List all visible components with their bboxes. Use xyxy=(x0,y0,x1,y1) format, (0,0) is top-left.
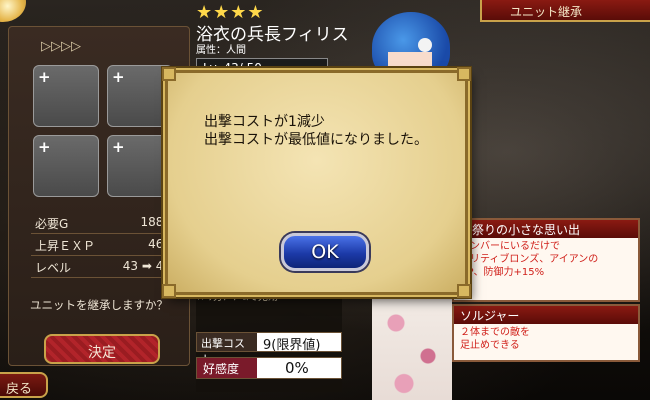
cost-label: 出撃コスト xyxy=(197,333,257,366)
dialog-message-line-1: 出撃コストが1減少 xyxy=(204,114,325,130)
character-kimono xyxy=(372,290,452,400)
unit-attribute: 属性：人間 xyxy=(196,45,246,56)
dialog-corner xyxy=(162,67,176,81)
stat-label: レベル xyxy=(35,261,72,275)
arrow-icons: ▷▷▷▷ xyxy=(41,39,81,54)
stat-label: 上昇ＥＸＰ xyxy=(35,239,96,253)
character-hair-flower xyxy=(418,38,432,52)
divider xyxy=(31,277,181,278)
divider xyxy=(31,233,181,234)
affection-label: 好感度 xyxy=(197,358,257,378)
dialog-corner xyxy=(457,284,471,298)
dialog-message-line-2: 出撃コストが最低値になりました。 xyxy=(204,132,428,148)
decide-button[interactable]: 決定 xyxy=(44,334,160,364)
stat-value: 43 ➡ 43 xyxy=(122,259,171,273)
game-screen: ユニット継承 ▷▷▷▷ + + + + 必要G 1880 上昇ＥＸＰ 463 レ… xyxy=(0,0,650,400)
ok-button[interactable]: OK xyxy=(281,233,369,271)
material-slot-4[interactable]: + xyxy=(107,135,173,197)
skill-desc-line: 足止めできる xyxy=(460,340,520,351)
skill-box-1: 夏祭りの小さな思い出 メンバーにいるだけで プリティブロンズ、アイアンの HP、… xyxy=(452,218,640,302)
cost-value: 9(限界値) xyxy=(263,338,321,353)
plus-icon: + xyxy=(112,138,125,156)
skill-box-2: ソルジャー ２体までの敵を 足止めできる xyxy=(452,304,640,362)
back-button[interactable]: 戻る xyxy=(0,372,48,398)
arrow-indicators: ▷▷▷▷ xyxy=(41,39,81,54)
exp-gain-row: 上昇ＥＸＰ 463 xyxy=(35,237,171,255)
deploy-cost-row: 出撃コスト 9(限界値) xyxy=(196,332,342,366)
stat-label: 必要G xyxy=(35,217,69,231)
skill-desc-line: メンバーにいるだけで xyxy=(460,241,560,252)
level-row: レベル 43 ➡ 43 xyxy=(35,259,171,277)
plus-icon: + xyxy=(38,138,51,156)
required-gold-row: 必要G 1880 xyxy=(35,215,171,233)
skill-description: ２体までの敵を 足止めできる xyxy=(454,324,638,354)
affection-value: 0% xyxy=(285,359,309,377)
skill-title: 夏祭りの小さな思い出 xyxy=(454,220,638,238)
decide-label: 決定 xyxy=(88,345,116,361)
material-slot-3[interactable]: + xyxy=(33,135,99,197)
header-title: ユニット継承 xyxy=(510,5,583,19)
corner-ornament xyxy=(0,0,26,22)
dialog-corner xyxy=(162,284,176,298)
back-label: 戻る xyxy=(6,382,33,397)
skill-desc-line: ２体までの敵を xyxy=(460,327,530,338)
ok-label: OK xyxy=(311,241,339,263)
notice-dialog: 出撃コストが1減少 出撃コストが最低値になりました。 OK xyxy=(162,67,471,298)
plus-icon: + xyxy=(38,68,51,86)
plus-icon: + xyxy=(112,68,125,86)
skill-desc-line: HP、防御力+15% xyxy=(460,267,545,278)
affection-row: 好感度 0% xyxy=(196,357,342,379)
divider xyxy=(31,255,181,256)
dialog-corner xyxy=(457,67,471,81)
skill-description: メンバーにいるだけで プリティブロンズ、アイアンの HP、防御力+15% xyxy=(454,238,638,281)
skill-desc-line: プリティブロンズ、アイアンの xyxy=(460,254,599,265)
skill-title: ソルジャー xyxy=(454,306,638,324)
header-tab: ユニット継承 xyxy=(480,0,650,22)
material-slot-1[interactable]: + xyxy=(33,65,99,127)
confirm-inherit-text: ユニットを継承しますか？ xyxy=(30,298,168,312)
